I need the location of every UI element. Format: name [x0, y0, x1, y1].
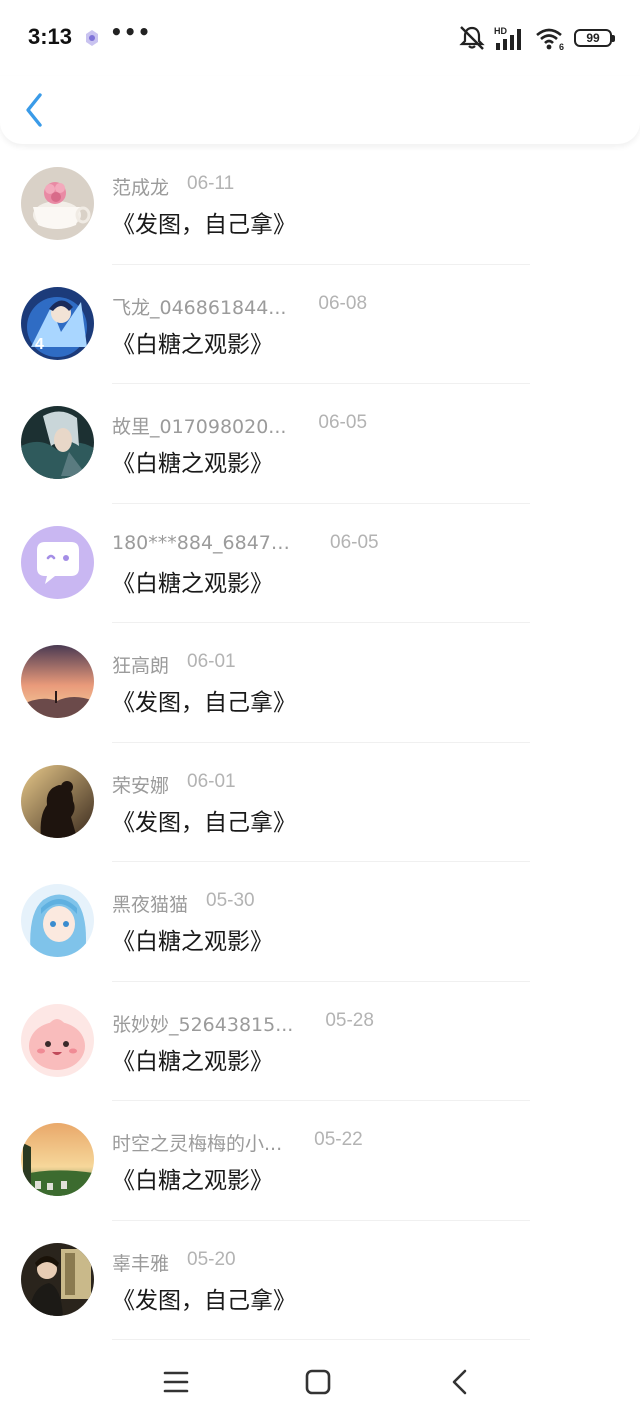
avatar-anime-silver-hair	[21, 406, 94, 479]
message-title: 《白糖之观影》	[112, 451, 273, 477]
user-name: 时空之灵梅梅的小...	[112, 1133, 283, 1155]
message-title: 《发图，自己拿》	[112, 809, 296, 836]
message-date: 06-11	[187, 173, 235, 194]
list-item[interactable]: 荣安娜 06-01 《发图，自己拿》	[0, 743, 640, 862]
user-name: 黑夜猫猫	[112, 894, 189, 916]
status-time: 3:13	[28, 24, 73, 49]
message-title: 《白糖之观影》	[112, 929, 273, 955]
message-date: 05-20	[187, 1248, 236, 1270]
avatar[interactable]	[21, 525, 94, 599]
status-bar: 3:13 ••• HD 6 99	[0, 0, 640, 76]
nav-menu-button[interactable]	[156, 1362, 196, 1402]
list-item[interactable]: 张妙妙_52643815... 05-28 《白糖之观影》	[0, 982, 640, 1101]
list-item[interactable]: 时空之灵梅梅的小... 05-22 《白糖之观影》	[0, 1101, 640, 1221]
system-nav-bar	[0, 1344, 640, 1422]
list-item[interactable]: 范成龙 06-11 《发图，自己拿》	[0, 145, 640, 265]
message-title: 《白糖之观影》	[112, 331, 273, 358]
user-name: 狂高朗	[112, 655, 170, 677]
avatar[interactable]	[21, 406, 94, 479]
app-notification-icon	[86, 30, 98, 46]
svg-text:4: 4	[35, 336, 44, 353]
nav-home-button[interactable]	[298, 1362, 338, 1402]
avatar-anime-blue-hair-girl	[21, 884, 94, 957]
nav-back-button[interactable]	[440, 1362, 480, 1402]
message-title: 《发图，自己拿》	[112, 1287, 296, 1314]
user-name: 180***884_68474...	[112, 531, 298, 554]
battery-indicator: 99	[574, 29, 615, 47]
user-name: 故里_017098020...	[112, 416, 287, 438]
avatar-sunset-field	[21, 1123, 94, 1196]
network-type-label: HD	[494, 26, 507, 36]
top-header	[0, 76, 640, 144]
avatar-sunset-landscape	[21, 645, 94, 718]
avatar-teacup-flower	[21, 167, 94, 240]
user-name: 辜丰雅	[112, 1252, 170, 1275]
wifi-generation-label: 6	[559, 42, 564, 51]
user-name: 张妙妙_52643815...	[112, 1013, 294, 1036]
message-list: 范成龙 06-11 《发图，自己拿》 4 飞龙_046861844... 06-08…	[0, 145, 640, 1340]
message-title: 《发图，自己拿》	[112, 212, 296, 238]
back-triangle-icon	[452, 1369, 467, 1395]
list-item[interactable]: 故里_017098020... 06-05 《白糖之观影》	[0, 384, 640, 504]
battery-level: 99	[586, 31, 600, 45]
list-item[interactable]: 4 飞龙_046861844... 06-08 《白糖之观影》	[0, 265, 640, 384]
home-square-icon	[305, 1369, 331, 1395]
avatar[interactable]	[21, 167, 94, 240]
avatar[interactable]	[21, 1003, 94, 1077]
message-title: 《白糖之观影》	[112, 1048, 273, 1075]
chevron-left-icon	[26, 93, 42, 127]
message-date: 06-01	[187, 651, 236, 672]
message-date: 05-28	[325, 1009, 374, 1031]
wifi-icon: 6	[536, 28, 564, 51]
avatar-person-reading	[21, 1242, 94, 1316]
list-item[interactable]: 狂高朗 06-01 《发图，自己拿》	[0, 623, 640, 743]
avatar[interactable]	[21, 1123, 94, 1196]
status-indicators: HD 6 99	[458, 22, 615, 54]
avatar-anime-blue-warrior: 4	[21, 286, 94, 360]
message-date: 06-01	[187, 770, 236, 792]
avatar[interactable]	[21, 764, 94, 838]
avatar-girl-silhouette	[21, 764, 94, 838]
message-date: 05-30	[206, 890, 255, 911]
user-name: 范成龙	[112, 177, 170, 199]
avatar-pink-cartoon	[21, 1003, 94, 1077]
message-date: 05-22	[314, 1129, 363, 1150]
message-date: 06-05	[330, 531, 379, 553]
message-title: 《白糖之观影》	[112, 1168, 273, 1194]
list-item[interactable]: 180***884_68474... 06-05 《白糖之观影》	[0, 504, 640, 623]
back-button[interactable]	[18, 88, 52, 132]
cellular-signal-icon: HD	[494, 26, 521, 50]
message-title: 《发图，自己拿》	[112, 690, 296, 716]
avatar[interactable]	[21, 884, 94, 957]
list-item[interactable]: 辜丰雅 05-20 《发图，自己拿》	[0, 1221, 640, 1340]
mute-bell-icon	[459, 26, 485, 50]
avatar-default-chat-bubble	[21, 525, 94, 599]
status-more-dots: •••	[110, 20, 152, 44]
message-title: 《白糖之观影》	[112, 570, 273, 597]
user-name: 荣安娜	[112, 774, 170, 797]
avatar[interactable]	[21, 1242, 94, 1316]
message-date: 06-05	[318, 412, 368, 433]
menu-icon	[163, 1371, 189, 1393]
avatar[interactable]	[21, 645, 94, 718]
message-date: 06-08	[318, 292, 368, 314]
avatar[interactable]: 4	[21, 286, 94, 360]
list-item[interactable]: 黑夜猫猫 05-30 《白糖之观影》	[0, 862, 640, 982]
user-name: 飞龙_046861844...	[112, 296, 287, 319]
divider	[112, 1339, 530, 1340]
